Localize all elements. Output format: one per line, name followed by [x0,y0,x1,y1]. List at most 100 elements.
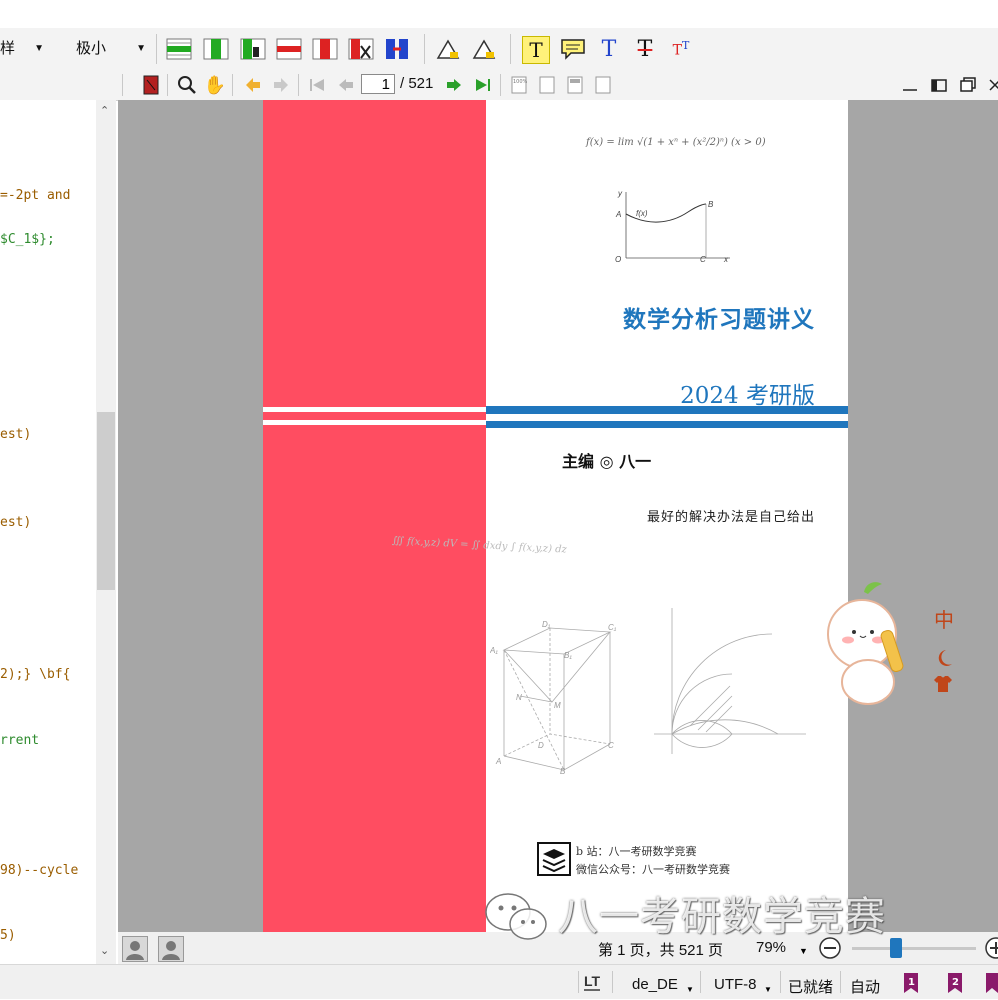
highlight-text-icon[interactable]: T [522,36,550,64]
main-toolbar: 样 ▼ 极小 ▼ T T T TT [0,28,998,71]
circle-diagram [654,608,806,754]
pdf-book-icon[interactable] [138,72,164,98]
insert-cell-green-icon[interactable] [240,36,266,62]
code-line: 2);} \bf{ [0,667,71,682]
bilibili-info: b 站：八一考研数学竞赛 [576,845,697,858]
toolbar-separator [298,74,299,96]
status-ready: 已就绪 [788,979,834,996]
text-color-icon[interactable]: T [596,36,622,62]
back-arrow-icon[interactable] [240,72,266,98]
chevron-down-icon[interactable]: ▼ [686,985,694,994]
style-combo[interactable]: 样 ▼ [0,36,44,62]
size-combo[interactable]: 极小 ▼ [76,36,146,62]
chevron-down-icon: ▼ [34,43,44,54]
graph-c-label: C [700,255,706,264]
graph-origin-label: O [615,255,621,264]
scroll-up-icon[interactable]: ⌃ [100,104,109,117]
page-info: 第 1 页，共 521 页 [598,942,724,959]
comment-icon[interactable] [560,36,586,62]
code-line: 98)--cycle [0,863,79,878]
status-separator [612,971,613,993]
style-combo-value: 样 [0,40,16,57]
graph-x-label: x [723,255,729,264]
bookmark-1-icon[interactable]: 1 [900,971,922,1000]
cube-label: C₁ [608,623,617,632]
status-separator [780,971,781,993]
cover-blue-band [486,421,848,428]
size-combo-value: 极小 [76,40,107,57]
dock-icon[interactable] [926,72,952,98]
page-number-input[interactable]: 1 [361,74,395,94]
cover-white-band [263,407,486,412]
cube-label: B [560,767,566,776]
next-page-icon[interactable] [441,72,467,98]
toolbar-separator [122,74,123,96]
toolbar-separator [167,74,168,96]
cover-white-band [263,420,486,425]
delete-cell-red-icon[interactable] [348,36,374,62]
languagetool-badge[interactable]: LT [584,973,601,991]
fit-width-icon[interactable] [534,72,560,98]
moon-icon [936,648,954,673]
fit-text-icon[interactable] [590,72,616,98]
book-title: 数学分析习题讲义 [623,306,815,333]
editor-scrollbar-thumb[interactable] [97,412,115,590]
swap-columns-icon[interactable] [384,36,410,62]
code-line: rrent [0,733,40,748]
delete-row-red-icon[interactable] [276,36,302,62]
fit-page-icon[interactable] [562,72,588,98]
cube-label: B₁ [564,651,572,660]
wechat-info: 微信公众号：八一考研数学竞赛 [576,863,730,876]
cube-label: A₁ [490,646,498,655]
first-page-icon[interactable] [304,72,330,98]
triangle-down-icon[interactable] [471,36,497,62]
bookmark-2-icon[interactable]: 2 [944,971,966,1000]
peach-sticker-icon [826,578,916,708]
zoom-slider-thumb[interactable] [890,938,902,958]
status-separator [840,971,841,993]
publisher-logo-icon [537,842,571,876]
code-line: 5) [0,928,16,943]
user-avatar-icon[interactable] [158,936,184,962]
svg-text:100%: 100% [513,79,528,85]
graph-a-label: A [615,210,621,219]
status-auto[interactable]: 自动 [850,976,880,997]
chevron-down-icon[interactable]: ▼ [799,946,808,956]
insert-column-green-icon[interactable] [203,36,229,62]
zoom-100-icon[interactable]: 100% [506,72,532,98]
svg-text:1: 1 [908,977,915,988]
superscript-icon[interactable]: TT [668,36,694,62]
toolbar-separator [232,74,233,96]
editor-credit: 主编 ◎ 八一 [562,452,652,471]
strikethrough-icon[interactable]: T [632,36,658,62]
code-editor[interactable]: =-2pt and $C_1$}; est) est) 2);} \bf{ rr… [0,100,96,964]
chevron-down-icon[interactable]: ▼ [764,985,772,994]
user-avatar-icon[interactable] [122,936,148,962]
language-selector[interactable]: de_DE [632,976,678,993]
code-line: est) [0,427,32,442]
previous-page-icon[interactable] [333,72,359,98]
toolbar-separator [156,34,157,64]
graph-curve-label: f(x) [636,209,648,218]
encoding-selector[interactable]: UTF-8 [714,976,757,993]
minimize-icon[interactable] [897,72,923,98]
forward-arrow-icon[interactable] [268,72,294,98]
zoom-slider-track[interactable] [852,947,976,950]
close-icon[interactable] [982,72,998,98]
app-statusbar: LT de_DE ▼ UTF-8 ▼ 已就绪 自动 1 2 [0,964,998,999]
hand-pan-icon[interactable]: ✋ [202,72,228,98]
cube-label: C [608,741,614,750]
insert-row-green-icon[interactable] [166,36,192,62]
zoom-search-icon[interactable] [174,72,200,98]
last-page-icon[interactable] [470,72,496,98]
triangle-up-icon[interactable] [435,36,461,62]
scroll-down-icon[interactable]: ⌄ [100,944,109,957]
viewer-toolbar: ✋ 1 / 521 100% [0,70,998,101]
status-separator [578,971,579,993]
zoom-in-icon[interactable] [984,936,998,965]
bookmark-3-icon[interactable] [982,971,998,1000]
graph-y-label: y [617,189,623,198]
restore-window-icon[interactable] [955,72,981,98]
svg-text:2: 2 [952,977,959,988]
delete-column-red-icon[interactable] [312,36,338,62]
